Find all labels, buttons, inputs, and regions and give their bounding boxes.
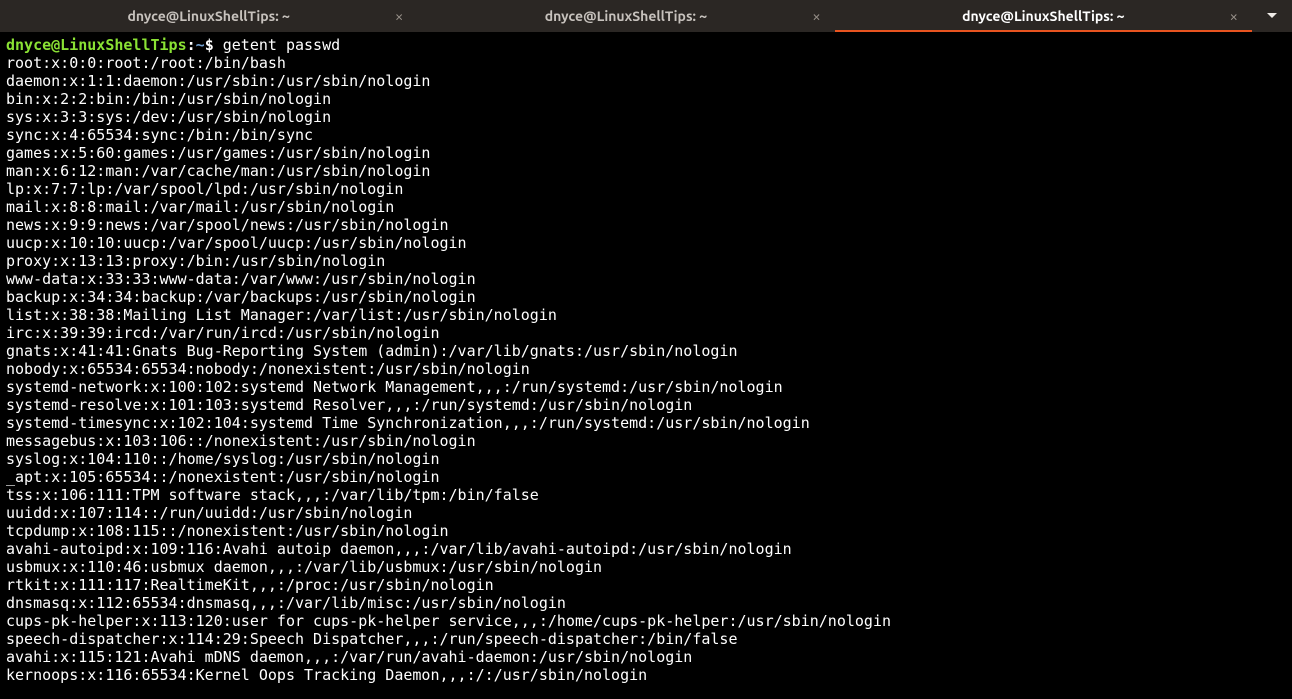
output-line: speech-dispatcher:x:114:29:Speech Dispat… bbox=[6, 630, 738, 648]
output-line: sys:x:3:3:sys:/dev:/usr/sbin/nologin bbox=[6, 108, 331, 126]
output-line: tcpdump:x:108:115::/nonexistent:/usr/sbi… bbox=[6, 522, 449, 540]
output-line: systemd-timesync:x:102:104:systemd Time … bbox=[6, 414, 810, 432]
output-line: usbmux:x:110:46:usbmux daemon,,,:/var/li… bbox=[6, 558, 602, 576]
tab-title: dnyce@LinuxShellTips: ~ bbox=[127, 8, 289, 24]
titlebar: dnyce@LinuxShellTips: ~ × dnyce@LinuxShe… bbox=[0, 0, 1292, 32]
output-line: daemon:x:1:1:daemon:/usr/sbin:/usr/sbin/… bbox=[6, 72, 430, 90]
menu-button[interactable] bbox=[1252, 0, 1292, 32]
output-line: _apt:x:105:65534::/nonexistent:/usr/sbin… bbox=[6, 468, 439, 486]
prompt-symbol: $ bbox=[205, 36, 214, 54]
output-line: list:x:38:38:Mailing List Manager:/var/l… bbox=[6, 306, 557, 324]
output-line: root:x:0:0:root:/root:/bin/bash bbox=[6, 54, 286, 72]
output-line: proxy:x:13:13:proxy:/bin:/usr/sbin/nolog… bbox=[6, 252, 385, 270]
output-line: avahi-autoipd:x:109:116:Avahi autoip dae… bbox=[6, 540, 792, 558]
prompt-user-host: dnyce@LinuxShellTips bbox=[6, 36, 187, 54]
output-line: irc:x:39:39:ircd:/var/run/ircd:/usr/sbin… bbox=[6, 324, 439, 342]
output-line: syslog:x:104:110::/home/syslog:/usr/sbin… bbox=[6, 450, 439, 468]
output-line: lp:x:7:7:lp:/var/spool/lpd:/usr/sbin/nol… bbox=[6, 180, 403, 198]
output-line: man:x:6:12:man:/var/cache/man:/usr/sbin/… bbox=[6, 162, 430, 180]
tab-0[interactable]: dnyce@LinuxShellTips: ~ × bbox=[0, 0, 417, 32]
output-line: avahi:x:115:121:Avahi mDNS daemon,,,:/va… bbox=[6, 648, 692, 666]
chevron-down-icon bbox=[1266, 10, 1278, 22]
output-line: nobody:x:65534:65534:nobody:/nonexistent… bbox=[6, 360, 530, 378]
command-text: getent passwd bbox=[223, 36, 340, 54]
tab-title: dnyce@LinuxShellTips: ~ bbox=[962, 8, 1124, 24]
output-line: bin:x:2:2:bin:/bin:/usr/sbin/nologin bbox=[6, 90, 331, 108]
output-line: tss:x:106:111:TPM software stack,,,:/var… bbox=[6, 486, 539, 504]
output-line: www-data:x:33:33:www-data:/var/www:/usr/… bbox=[6, 270, 476, 288]
prompt-path: ~ bbox=[196, 36, 205, 54]
output-line: systemd-resolve:x:101:103:systemd Resolv… bbox=[6, 396, 692, 414]
output-line: backup:x:34:34:backup:/var/backups:/usr/… bbox=[6, 288, 476, 306]
output-line: cups-pk-helper:x:113:120:user for cups-p… bbox=[6, 612, 891, 630]
prompt-separator: : bbox=[187, 36, 196, 54]
close-icon[interactable]: × bbox=[395, 8, 403, 25]
terminal-area[interactable]: dnyce@LinuxShellTips:~$ getent passwd ro… bbox=[0, 32, 1292, 690]
output-line: rtkit:x:111:117:RealtimeKit,,,:/proc:/us… bbox=[6, 576, 494, 594]
output-line: news:x:9:9:news:/var/spool/news:/usr/sbi… bbox=[6, 216, 449, 234]
output-line: gnats:x:41:41:Gnats Bug-Reporting System… bbox=[6, 342, 738, 360]
output-line: dnsmasq:x:112:65534:dnsmasq,,,:/var/lib/… bbox=[6, 594, 566, 612]
close-icon[interactable]: × bbox=[812, 8, 820, 25]
close-icon[interactable]: × bbox=[1230, 8, 1238, 25]
output-line: games:x:5:60:games:/usr/games:/usr/sbin/… bbox=[6, 144, 430, 162]
output-line: mail:x:8:8:mail:/var/mail:/usr/sbin/nolo… bbox=[6, 198, 394, 216]
output-line: uucp:x:10:10:uucp:/var/spool/uucp:/usr/s… bbox=[6, 234, 467, 252]
output-line: kernoops:x:116:65534:Kernel Oops Trackin… bbox=[6, 666, 647, 684]
tab-2[interactable]: dnyce@LinuxShellTips: ~ × bbox=[835, 0, 1252, 32]
tab-1[interactable]: dnyce@LinuxShellTips: ~ × bbox=[417, 0, 834, 32]
output-line: uuidd:x:107:114::/run/uuidd:/usr/sbin/no… bbox=[6, 504, 412, 522]
output-line: sync:x:4:65534:sync:/bin:/bin/sync bbox=[6, 126, 313, 144]
output-line: messagebus:x:103:106::/nonexistent:/usr/… bbox=[6, 432, 476, 450]
output-line: systemd-network:x:100:102:systemd Networ… bbox=[6, 378, 783, 396]
tab-title: dnyce@LinuxShellTips: ~ bbox=[545, 8, 707, 24]
